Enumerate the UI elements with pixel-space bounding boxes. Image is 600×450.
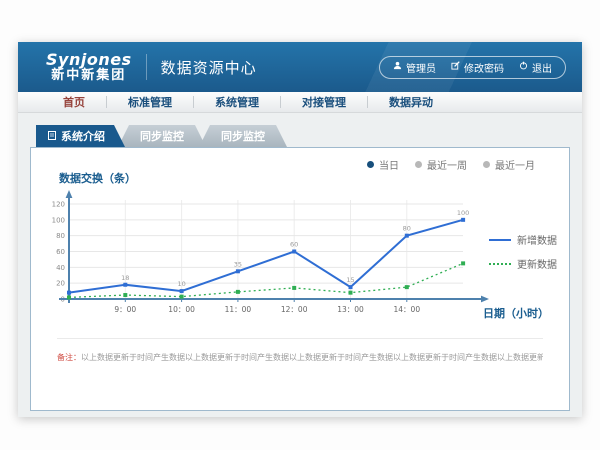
tab-sync-monitor-1[interactable]: 同步监控	[118, 125, 206, 147]
tab-system-intro[interactable]: 系统介绍	[36, 125, 125, 147]
radio-dot	[367, 161, 374, 168]
tab-label: 系统介绍	[61, 128, 105, 144]
document-icon	[48, 130, 56, 143]
radio-label: 当日	[379, 157, 399, 172]
svg-text:40: 40	[56, 264, 65, 272]
logo-text-cn: 新中新集团	[46, 69, 132, 83]
nav-item-system-mgmt[interactable]: 系统管理	[194, 94, 280, 110]
svg-text:120: 120	[52, 201, 65, 209]
x-axis-title: 日期（小时）	[483, 305, 549, 321]
user-toolbar: 管理员 修改密码 退出	[379, 56, 566, 79]
user-label: 管理员	[406, 60, 436, 75]
footnote: 备注：以上数据更新于时间产生数据以上数据更新于时间产生数据以上数据更新于时间产生…	[57, 338, 543, 363]
line-chart: 9：0010：0011：0012：0013：0014：0002040608010…	[51, 186, 511, 336]
tab-label: 同步监控	[221, 128, 265, 144]
svg-text:14：00: 14：00	[394, 305, 421, 314]
legend-label: 更新数据	[517, 256, 557, 271]
radio-last-week[interactable]: 最近一周	[415, 157, 467, 172]
svg-text:18: 18	[121, 274, 129, 282]
user-menu[interactable]: 管理员	[393, 60, 436, 75]
svg-text:12：00: 12：00	[281, 305, 308, 314]
tab-label: 同步监控	[140, 128, 184, 144]
chart-legend: 新增数据 更新数据	[489, 232, 557, 271]
main-nav: 首页 标准管理 系统管理 对接管理 数据异动	[18, 92, 582, 113]
legend-label: 新增数据	[517, 232, 557, 247]
radio-last-month[interactable]: 最近一月	[483, 157, 535, 172]
nav-item-connect-mgmt[interactable]: 对接管理	[281, 94, 367, 110]
svg-text:13：00: 13：00	[337, 305, 364, 314]
edit-icon	[451, 61, 460, 73]
page-card: Synjones 新中新集团 数据资源中心 管理员 修改密码 退出 首页 标准管…	[18, 42, 582, 417]
svg-text:10: 10	[177, 280, 185, 288]
tab-bar: 系统介绍 同步监控 同步监控	[36, 125, 582, 147]
svg-text:20: 20	[56, 280, 65, 288]
logout-label: 退出	[532, 60, 552, 75]
svg-text:100: 100	[457, 209, 469, 217]
user-icon	[393, 61, 402, 73]
svg-text:80: 80	[56, 232, 65, 240]
svg-text:11：00: 11：00	[225, 305, 252, 314]
svg-text:35: 35	[234, 260, 242, 268]
logout-button[interactable]: 退出	[519, 60, 552, 75]
svg-text:60: 60	[56, 248, 65, 256]
company-logo: Synjones 新中新集团	[46, 51, 132, 83]
nav-item-data-change[interactable]: 数据异动	[368, 94, 454, 110]
change-password-label: 修改密码	[464, 60, 504, 75]
svg-text:100: 100	[52, 216, 65, 224]
logo-text-en: Synjones	[46, 51, 132, 69]
radio-dot	[415, 161, 422, 168]
nav-item-home[interactable]: 首页	[42, 94, 106, 110]
legend-swatch-blue	[489, 239, 511, 241]
app-header: Synjones 新中新集团 数据资源中心 管理员 修改密码 退出	[18, 42, 582, 92]
svg-text:15: 15	[346, 276, 354, 284]
legend-swatch-green	[489, 263, 511, 265]
nav-item-standard-mgmt[interactable]: 标准管理	[107, 94, 193, 110]
chart-panel: 当日 最近一周 最近一月 数据交换（条） 9：00 10：00 11：00 12：00…	[30, 147, 570, 411]
radio-label: 最近一周	[427, 157, 467, 172]
time-range-filter: 当日 最近一周 最近一月	[367, 157, 535, 172]
svg-text:9：00: 9：00	[114, 305, 136, 314]
content-area: 系统介绍 同步监控 同步监控 当日 最近一周	[18, 113, 582, 417]
legend-item-updated-data[interactable]: 更新数据	[489, 256, 557, 271]
page-title: 数据资源中心	[161, 57, 257, 78]
header-divider	[146, 54, 147, 80]
svg-text:80: 80	[403, 225, 411, 233]
footnote-text: 以上数据更新于时间产生数据以上数据更新于时间产生数据以上数据更新于时间产生数据以…	[81, 353, 543, 362]
svg-text:10：00: 10：00	[168, 305, 195, 314]
legend-item-new-data[interactable]: 新增数据	[489, 232, 557, 247]
svg-text:60: 60	[290, 241, 298, 249]
change-password-button[interactable]: 修改密码	[451, 60, 504, 75]
tab-sync-monitor-2[interactable]: 同步监控	[199, 125, 287, 147]
y-axis-title: 数据交换（条）	[59, 170, 136, 186]
footnote-prefix: 备注：	[57, 353, 81, 362]
power-icon	[519, 61, 528, 73]
radio-dot	[483, 161, 490, 168]
radio-label: 最近一月	[495, 157, 535, 172]
radio-today[interactable]: 当日	[367, 157, 399, 172]
